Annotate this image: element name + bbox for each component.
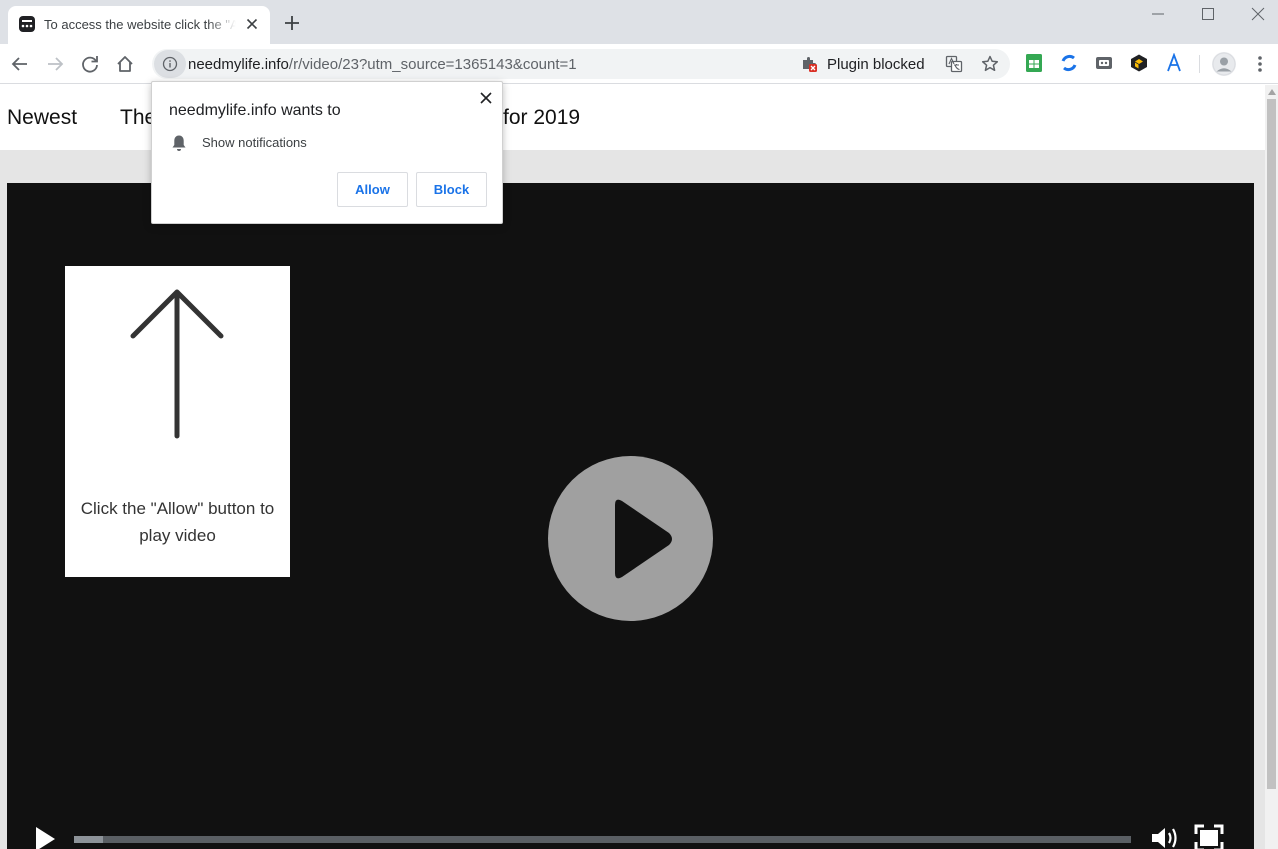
reload-icon[interactable] xyxy=(79,53,101,75)
scroll-thumb[interactable] xyxy=(1267,99,1276,789)
block-button[interactable]: Block xyxy=(416,172,487,207)
window-close-icon[interactable] xyxy=(1247,4,1269,24)
user-icon xyxy=(1212,52,1236,76)
up-arrow-icon xyxy=(130,289,224,439)
close-icon[interactable] xyxy=(479,91,493,105)
scroll-up-arrow-icon[interactable] xyxy=(1268,89,1276,95)
profile-avatar[interactable] xyxy=(1212,52,1236,76)
close-icon[interactable] xyxy=(244,16,260,32)
permission-label: Show notifications xyxy=(202,135,307,150)
tab-strip: To access the website click the "Allow" … xyxy=(0,0,1278,44)
new-tab-icon[interactable] xyxy=(282,13,302,33)
plugin-blocked-icon[interactable] xyxy=(800,55,818,73)
maximize-icon[interactable] xyxy=(1197,4,1219,24)
nav-item-newest[interactable]: Newest xyxy=(7,106,77,130)
volume-icon[interactable] xyxy=(1150,825,1180,849)
video-player[interactable]: Click the "Allow" button to play video xyxy=(7,183,1254,849)
forward-arrow-icon[interactable] xyxy=(44,53,66,75)
big-play-button[interactable] xyxy=(548,456,713,621)
minimize-icon[interactable] xyxy=(1147,4,1169,24)
progress-fill xyxy=(74,836,103,843)
allow-instruction-card: Click the "Allow" button to play video xyxy=(65,266,290,577)
play-icon xyxy=(615,499,672,579)
progress-bar[interactable] xyxy=(74,836,1131,843)
sheets-icon[interactable] xyxy=(1024,53,1044,73)
cube-icon[interactable] xyxy=(1129,53,1149,73)
font-a-icon[interactable] xyxy=(1164,53,1184,73)
nav-item-title-end[interactable]: for 2019 xyxy=(503,106,580,130)
translate-icon[interactable] xyxy=(945,55,963,73)
message-icon xyxy=(19,16,35,32)
notification-permission-popup: needmylife.info wants to Show notificati… xyxy=(151,81,503,224)
url-text: needmylife.info/r/video/23?utm_source=13… xyxy=(188,56,577,73)
page-scrollbar[interactable] xyxy=(1265,85,1278,849)
allow-instruction-text: Click the "Allow" button to play video xyxy=(80,499,275,545)
url-path: /r/video/23?utm_source=1365143&count=1 xyxy=(288,56,577,73)
control-play-icon[interactable] xyxy=(33,825,57,849)
cast-icon[interactable] xyxy=(1094,53,1114,73)
info-icon xyxy=(162,56,178,72)
home-icon[interactable] xyxy=(114,53,136,75)
browser-tab[interactable]: To access the website click the "Allow" … xyxy=(8,6,270,44)
bell-icon xyxy=(172,135,186,151)
site-info-button[interactable] xyxy=(154,50,186,78)
sync-icon[interactable] xyxy=(1059,53,1079,73)
back-arrow-icon[interactable] xyxy=(9,53,31,75)
plugin-blocked-label[interactable]: Plugin blocked xyxy=(827,56,925,73)
tab-title: To access the website click the "Allow" … xyxy=(44,17,236,32)
url-host: needmylife.info xyxy=(188,56,289,73)
menu-dots-icon[interactable] xyxy=(1250,53,1270,75)
allow-button[interactable]: Allow xyxy=(337,172,408,207)
toolbar-divider xyxy=(1199,55,1200,73)
omnibox[interactable]: needmylife.info/r/video/23?utm_source=13… xyxy=(152,49,1010,79)
fullscreen-icon[interactable] xyxy=(1194,824,1224,849)
popup-title: needmylife.info wants to xyxy=(169,102,341,119)
browser-toolbar: needmylife.info/r/video/23?utm_source=13… xyxy=(0,44,1278,84)
bookmark-star-icon[interactable] xyxy=(980,54,1000,74)
